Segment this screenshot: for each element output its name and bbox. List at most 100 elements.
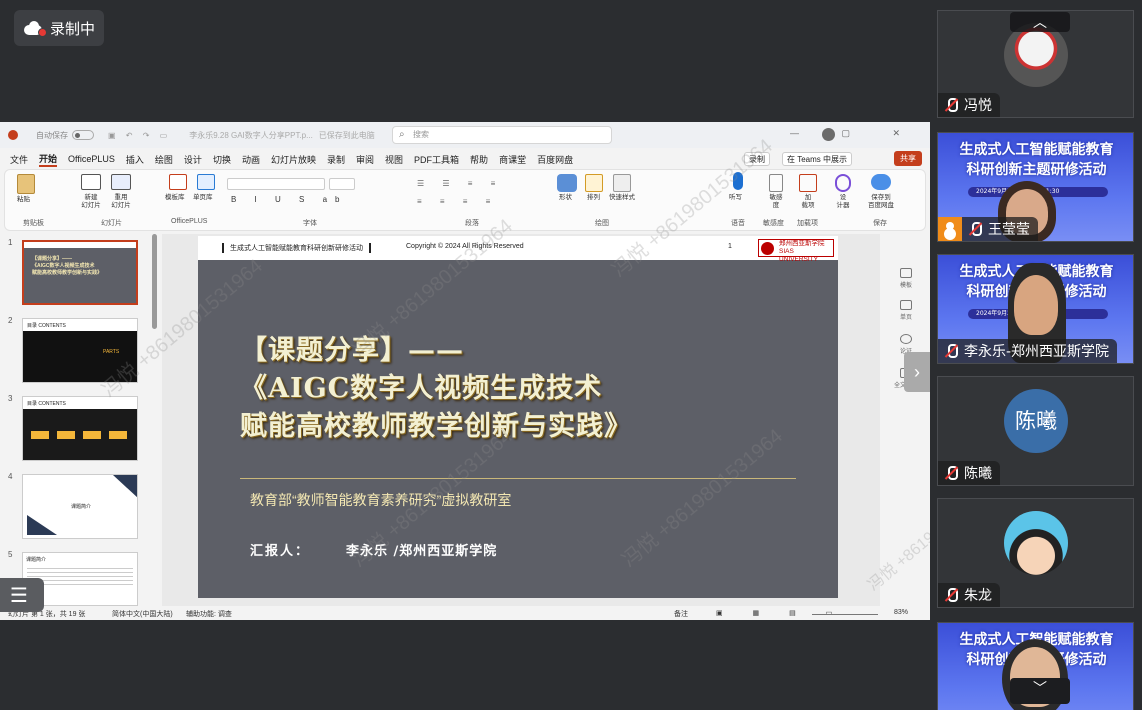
tab-insert[interactable]: 插入 xyxy=(126,153,144,166)
argument-icon xyxy=(900,334,912,344)
tab-baidu[interactable]: 百度网盘 xyxy=(537,153,573,166)
participant-nameplate: 陈曦 xyxy=(938,461,1000,485)
quick-access-icons[interactable]: ▣ ↶ ↷ ▭ xyxy=(108,131,171,140)
tab-design[interactable]: 设计 xyxy=(184,153,202,166)
participant-nameplate: 朱龙 xyxy=(938,583,1000,607)
single-page-pane-button[interactable]: 单页 xyxy=(898,300,914,321)
slide-thumb-3[interactable]: 目录 CONTENTS xyxy=(22,396,138,461)
collapse-pane-button[interactable]: › xyxy=(904,352,930,392)
zoom-level[interactable]: 83% xyxy=(894,609,908,616)
recording-indicator[interactable]: 录制中 xyxy=(14,10,104,46)
font-format-buttons[interactable]: B I U S ab xyxy=(231,196,347,204)
group-sensitivity: 敏感度 xyxy=(763,220,784,227)
participant-tile[interactable]: 陈曦 陈曦 xyxy=(937,376,1134,486)
align-buttons[interactable]: ≡ ≡ ≡ ≡ xyxy=(417,198,498,206)
new-slide-label: 新建 幻灯片 xyxy=(81,194,101,209)
slide-thumb-2[interactable]: 目录 CONTENTS PARTS xyxy=(22,318,138,383)
tab-help[interactable]: 帮助 xyxy=(470,153,488,166)
chevron-up-icon[interactable]: ︿ xyxy=(1010,12,1070,32)
notes-button[interactable]: 备注 xyxy=(674,609,688,619)
autosave-label: 自动保存 xyxy=(36,130,68,140)
tab-view[interactable]: 视图 xyxy=(385,153,403,166)
save-baidu-label: 保存到 百度网盘 xyxy=(868,194,894,209)
quick-styles-icon[interactable] xyxy=(613,174,631,192)
tab-review[interactable]: 审阅 xyxy=(356,153,374,166)
mic-muted-icon xyxy=(942,96,960,114)
designer-icon[interactable] xyxy=(835,174,851,192)
recording-label: 录制中 xyxy=(50,19,96,38)
reporter-label: 汇报人： xyxy=(250,544,311,559)
participant-face xyxy=(1014,275,1058,335)
arrange-icon[interactable] xyxy=(585,174,603,192)
tab-draw[interactable]: 绘图 xyxy=(155,153,173,166)
chevron-down-icon[interactable]: ﹀ xyxy=(1010,678,1070,704)
paragraph-buttons[interactable]: ☰ ☰ ≡ ≡ xyxy=(417,180,503,188)
participant-nameplate: 李永乐-郑州西亚斯学院 xyxy=(938,339,1118,363)
share-button[interactable]: 共享 xyxy=(894,151,922,166)
teams-present-button[interactable]: 在 Teams 中展示 xyxy=(782,152,853,166)
poster-line: 科研创新主题研修活动 xyxy=(966,162,1107,178)
meeting-menu-button[interactable]: ☰ xyxy=(0,578,44,612)
slide-header-title: 生成式人工智能赋能教育科研创新研修活动 xyxy=(222,243,371,253)
participant-tile[interactable]: 朱龙 xyxy=(937,498,1134,608)
reuse-slide-icon[interactable] xyxy=(111,174,131,190)
tab-animations[interactable]: 动画 xyxy=(242,153,260,166)
thumb-number: 4 xyxy=(8,472,13,481)
record-button[interactable]: 录制 xyxy=(744,152,770,166)
participant-tile[interactable]: 生成式人工智能赋能教育 科研创新主题研修活动 2024年9月28日 19:30-… xyxy=(937,254,1134,364)
dictate-mic-icon[interactable] xyxy=(733,172,743,190)
view-buttons[interactable]: ▣ ▦ ▤ ▭ xyxy=(716,609,846,617)
single-page-label: 单页库 xyxy=(193,194,213,201)
tab-officeplus[interactable]: OfficePLUS xyxy=(68,154,115,164)
tab-home[interactable]: 开始 xyxy=(39,152,58,167)
slide-thumbnails-pane: 1 【课题分享】—— 《AIGC数字人视频生成技术 赋能高校教师教学创新与实践》… xyxy=(0,234,160,606)
right-side-pane: 模板 单页 论证 全文美化 xyxy=(880,234,930,606)
tab-pdf[interactable]: PDF工具箱 xyxy=(414,153,459,166)
addins-label: 加 载项 xyxy=(801,194,815,209)
current-slide[interactable]: 生成式人工智能赋能教育科研创新研修活动 Copyright © 2024 All… xyxy=(198,236,838,598)
tab-course[interactable]: 商课堂 xyxy=(499,153,526,166)
group-clipboard: 剪贴板 xyxy=(23,220,44,227)
font-size-select[interactable] xyxy=(329,178,355,190)
slide-thumb-1[interactable]: 【课题分享】—— 《AIGC数字人视频生成技术 赋能高校教师教学创新与实践》 xyxy=(22,240,138,305)
slide-title-line1: 【课题分享】—— xyxy=(240,335,464,366)
thumb-line: 《AIGC数字人视频生成技术 xyxy=(32,263,95,269)
search-input[interactable]: 搜索 xyxy=(392,126,612,144)
paste-icon[interactable] xyxy=(17,174,35,194)
group-addins: 加载项 xyxy=(797,220,818,227)
slide-thumb-4[interactable]: 课题简介 xyxy=(22,474,138,539)
reporter-name: 李永乐 /郑州西亚斯学院 xyxy=(346,544,498,559)
tab-record[interactable]: 录制 xyxy=(327,153,345,166)
slide-title-line2: 《AIGC数字人视频生成技术 xyxy=(240,373,603,404)
autosave-toggle[interactable] xyxy=(72,130,94,140)
thumb-number: 1 xyxy=(8,238,13,247)
font-family-select[interactable] xyxy=(227,178,325,190)
group-voice: 语音 xyxy=(731,220,745,227)
single-page-icon[interactable] xyxy=(197,174,215,190)
thumbnails-scrollbar[interactable] xyxy=(152,234,157,329)
participant-name: 王莹莹 xyxy=(988,222,1030,238)
tab-transitions[interactable]: 切换 xyxy=(213,153,231,166)
tab-slideshow[interactable]: 幻灯片放映 xyxy=(271,153,316,166)
shapes-icon[interactable] xyxy=(557,174,577,192)
thumb-line: 【课题分享】—— xyxy=(32,256,73,262)
language-status[interactable]: 简体中文(中国大陆) xyxy=(112,609,173,619)
tab-file[interactable]: 文件 xyxy=(10,153,28,166)
sensitivity-label: 敏感 度 xyxy=(769,194,783,209)
window-controls[interactable]: — ▢ ✕ xyxy=(790,128,920,139)
accessibility-status[interactable]: 辅助功能: 调查 xyxy=(186,609,232,619)
zoom-slider[interactable] xyxy=(812,614,878,615)
slide-title-line3: 赋能高校教师教学创新与实践》 xyxy=(240,411,632,442)
arrange-label: 排列 xyxy=(587,194,600,201)
participant-nameplate: 王莹莹 xyxy=(938,217,1038,241)
template-library-icon[interactable] xyxy=(169,174,187,190)
new-slide-icon[interactable] xyxy=(81,174,101,190)
template-pane-button[interactable]: 模板 xyxy=(898,268,914,289)
participant-tile[interactable]: 生成式人工智能赋能教育 科研创新主题研修活动 2024年9月28日 19:30-… xyxy=(937,132,1134,242)
addins-icon[interactable] xyxy=(799,174,817,192)
baidu-cloud-icon[interactable] xyxy=(871,174,891,190)
reuse-slide-label: 重用 幻灯片 xyxy=(111,194,131,209)
avatar xyxy=(1004,511,1068,575)
sensitivity-icon[interactable] xyxy=(769,174,783,192)
group-officeplus: OfficePLUS xyxy=(171,218,208,225)
